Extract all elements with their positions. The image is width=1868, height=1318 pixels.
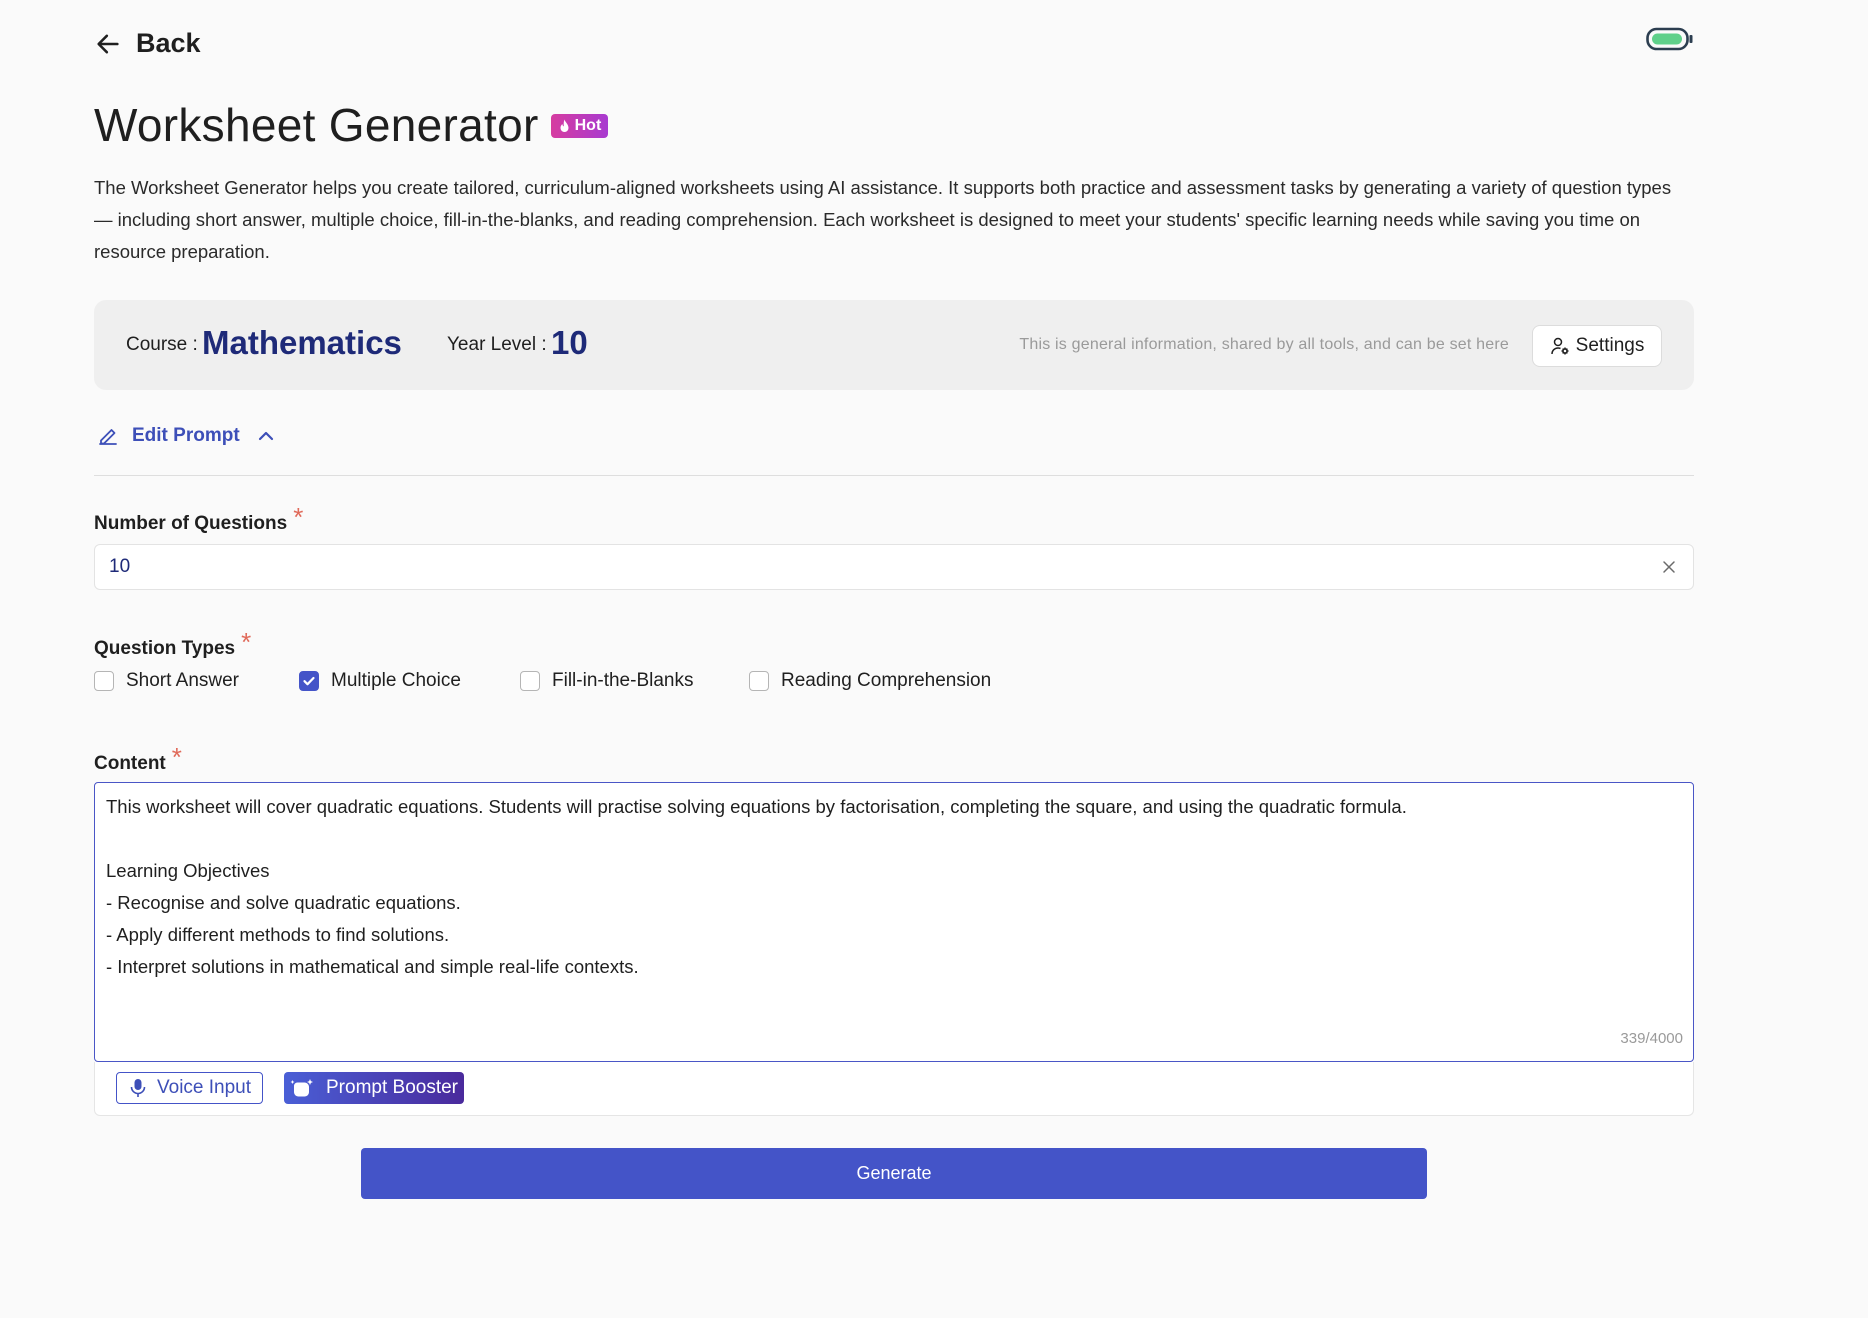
question-types-label: Question Types *: [94, 627, 252, 661]
question-types-group: Short Answer Multiple Choice Fill-in-the…: [94, 670, 991, 692]
checkbox-multiple-choice[interactable]: Multiple Choice: [299, 670, 520, 692]
generate-button[interactable]: Generate: [361, 1148, 1427, 1199]
pencil-icon: [99, 429, 117, 445]
section-divider: [94, 475, 1694, 476]
hot-badge-label: Hot: [574, 117, 602, 134]
question-types-label-text: Question Types: [94, 638, 236, 659]
checkbox-box[interactable]: [520, 671, 540, 691]
user-gear-icon: [1550, 337, 1569, 355]
hot-badge: Hot: [550, 114, 609, 138]
checkbox-label: Reading Comprehension: [781, 670, 992, 691]
back-button[interactable]: Back: [94, 28, 201, 59]
num-questions-input[interactable]: [95, 545, 1623, 589]
checkmark-icon: [303, 676, 315, 686]
checkbox-box[interactable]: [94, 671, 114, 691]
content-text[interactable]: This worksheet will cover quadratic equa…: [106, 791, 1676, 983]
close-icon[interactable]: [1659, 557, 1679, 577]
checkbox-label: Fill-in-the-Blanks: [552, 670, 694, 691]
content-textarea[interactable]: This worksheet will cover quadratic equa…: [94, 782, 1694, 1062]
course-label: Course :: [126, 334, 198, 355]
prompt-booster-button[interactable]: Prompt Booster: [284, 1072, 464, 1104]
year-level-label: Year Level :: [447, 334, 547, 355]
checkbox-fill-in-the-blanks[interactable]: Fill-in-the-Blanks: [520, 670, 749, 692]
settings-button[interactable]: Settings: [1532, 325, 1662, 367]
num-questions-label-text: Number of Questions: [94, 513, 288, 534]
battery-icon: [1646, 27, 1693, 51]
checkbox-short-answer[interactable]: Short Answer: [94, 670, 299, 692]
page-title: Worksheet Generator: [94, 99, 539, 151]
general-info-note: This is general information, shared by a…: [1019, 336, 1509, 353]
checkbox-box-checked[interactable]: [299, 671, 319, 691]
back-label: Back: [136, 28, 201, 58]
magic-sparkle-icon: [290, 1079, 313, 1097]
top-bar: Back: [94, 22, 1694, 66]
settings-label: Settings: [1575, 335, 1645, 356]
title-row: Worksheet Generator Hot: [94, 98, 609, 152]
course-value: Mathematics: [202, 324, 402, 361]
microphone-icon: [130, 1079, 146, 1097]
year-level-value: 10: [551, 324, 588, 361]
content-label-text: Content: [94, 753, 166, 774]
checkbox-box[interactable]: [749, 671, 769, 691]
required-mark: *: [241, 627, 252, 657]
required-mark: *: [293, 502, 304, 532]
required-mark: *: [171, 742, 182, 772]
prompt-booster-label: Prompt Booster: [326, 1077, 458, 1098]
edit-prompt-label: Edit Prompt: [132, 425, 240, 446]
chevron-up-icon: [258, 431, 273, 441]
content-tools-bar: Voice Input Prompt Booster: [94, 1062, 1694, 1116]
tool-description: The Worksheet Generator helps you create…: [94, 177, 1672, 262]
general-info-card: Course : Mathematics Year Level : 10 Thi…: [94, 300, 1694, 390]
edit-prompt-toggle[interactable]: Edit Prompt: [96, 424, 278, 448]
voice-input-label: Voice Input: [157, 1077, 252, 1098]
checkbox-label: Short Answer: [126, 670, 239, 691]
voice-input-button[interactable]: Voice Input: [116, 1072, 264, 1104]
content-label: Content *: [94, 742, 182, 776]
character-counter: 339/4000: [1620, 1030, 1683, 1047]
checkbox-label: Multiple Choice: [331, 670, 461, 691]
num-questions-field[interactable]: [94, 544, 1694, 590]
flame-icon: [560, 119, 569, 132]
checkbox-reading-comprehension[interactable]: Reading Comprehension: [749, 670, 991, 692]
num-questions-label: Number of Questions *: [94, 502, 304, 536]
arrow-left-icon: [97, 34, 119, 53]
